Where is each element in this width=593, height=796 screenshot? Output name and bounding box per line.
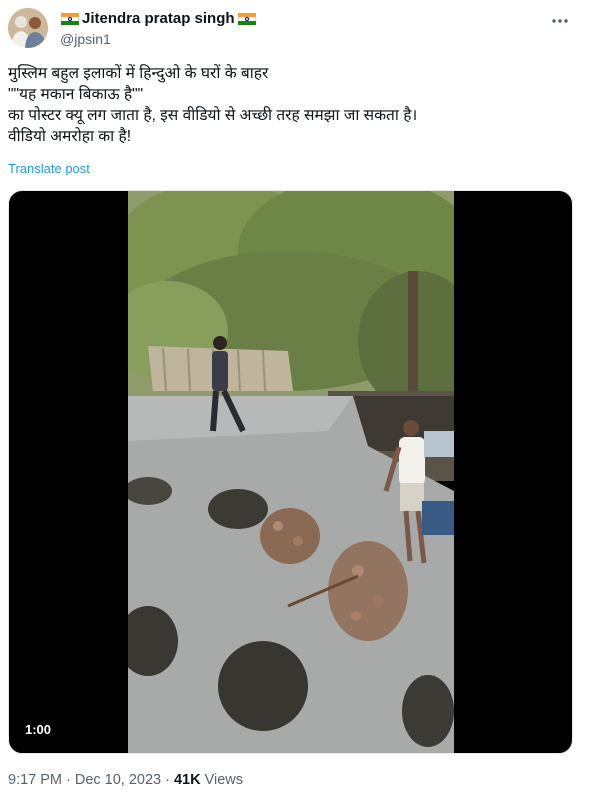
views-label: Views bbox=[204, 772, 243, 788]
more-options-icon[interactable] bbox=[549, 10, 571, 32]
video-frame[interactable] bbox=[128, 191, 454, 753]
video-duration: 1:00 bbox=[21, 720, 56, 739]
video-thumbnail bbox=[128, 191, 454, 753]
meta-separator: · bbox=[66, 772, 71, 788]
tweet-header: Jitendra pratap singh @jpsin1 bbox=[8, 8, 585, 52]
display-name-row[interactable]: Jitendra pratap singh bbox=[60, 10, 257, 28]
tweet-text: मुस्लिम बहुल इलाकों में हिन्दुओ के घरों … bbox=[8, 63, 568, 147]
video-player[interactable]: 1:00 bbox=[8, 190, 573, 754]
meta-separator: · bbox=[165, 772, 170, 788]
india-flag-icon bbox=[61, 13, 79, 25]
tweet-line: वीडियो अमरोहा का है! bbox=[8, 128, 132, 145]
tweet-line: का पोस्टर क्यू लग जाता है, इस वीडियो से … bbox=[8, 107, 418, 124]
views-count: 41K bbox=[173, 772, 201, 788]
author-names: Jitendra pratap singh @jpsin1 bbox=[60, 10, 257, 47]
india-flag-icon bbox=[237, 13, 256, 25]
user-handle[interactable]: @jpsin1 bbox=[60, 31, 257, 47]
tweet: Jitendra pratap singh @jpsin1 मुस्लिम बह… bbox=[0, 0, 593, 796]
display-name[interactable]: Jitendra pratap singh bbox=[82, 10, 235, 28]
post-date[interactable]: Dec 10, 2023 bbox=[75, 772, 161, 788]
tweet-line: ""यह मकान बिकाऊ है"" bbox=[8, 86, 144, 103]
tweet-line: मुस्लिम बहुल इलाकों में हिन्दुओ के घरों … bbox=[8, 65, 269, 82]
tweet-meta: 9:17 PM · Dec 10, 2023 · 41K Views bbox=[8, 772, 243, 788]
post-time[interactable]: 9:17 PM bbox=[8, 772, 62, 788]
avatar[interactable] bbox=[8, 8, 48, 48]
translate-post-link[interactable]: Translate post bbox=[8, 161, 90, 176]
